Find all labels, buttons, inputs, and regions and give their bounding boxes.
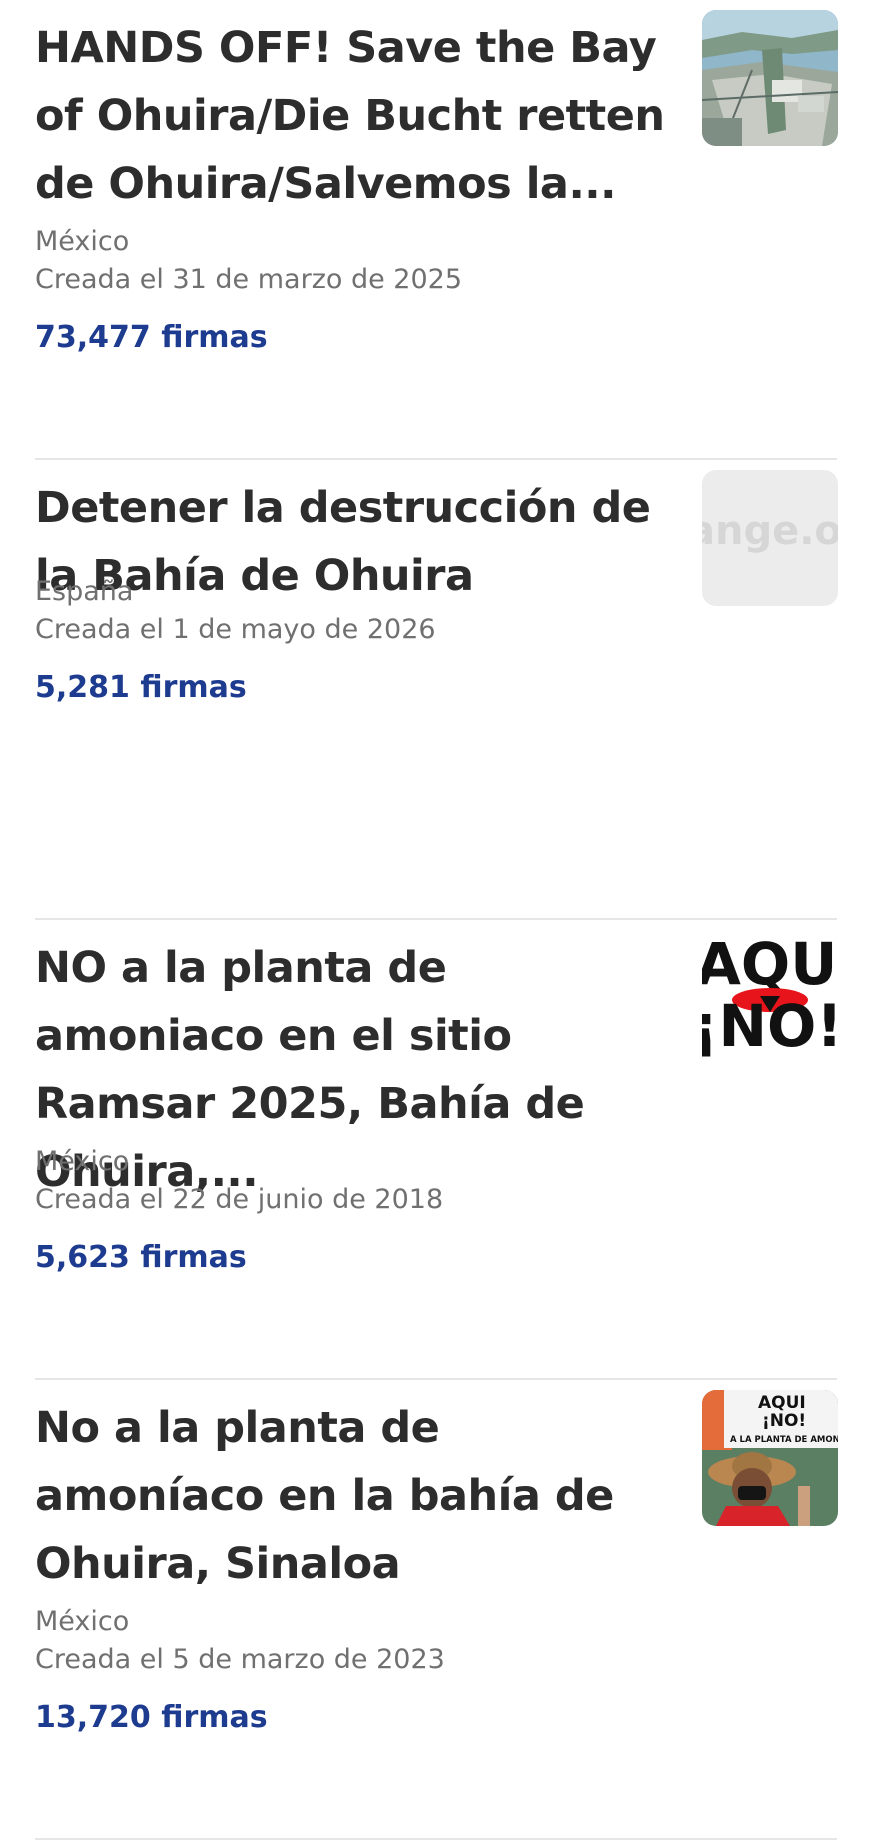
petition-country: España	[35, 576, 134, 607]
petition-country: México	[35, 1606, 130, 1637]
petition-thumbnail[interactable]: AQUI ¡NO!	[702, 930, 838, 1066]
petition-created-date: Creada el 22 de junio de 2018	[35, 1184, 444, 1215]
petition-card[interactable]: NO a la planta de amoniaco en el sitio R…	[35, 920, 838, 1380]
aerial-bay-image	[702, 10, 838, 146]
petition-country: México	[35, 226, 130, 257]
petition-card[interactable]: HANDS OFF! Save the Bay of Ohuira/Die Bu…	[35, 0, 838, 460]
petition-country: México	[35, 1146, 130, 1177]
petition-created-date: Creada el 31 de marzo de 2025	[35, 264, 463, 295]
petition-card[interactable]: No a la planta de amoníaco en la bahía d…	[35, 1380, 838, 1840]
petition-thumbnail[interactable]: AQUI ¡NO! A LA PLANTA DE AMONIACO	[702, 1390, 838, 1526]
change-org-placeholder-text: ange.o	[702, 508, 838, 554]
protester-sign-image: AQUI ¡NO! A LA PLANTA DE AMONIACO	[702, 1390, 838, 1526]
aqui-no-logo-image: AQUI ¡NO!	[702, 930, 838, 1066]
petition-title[interactable]: NO a la planta de amoniaco en el sitio R…	[35, 934, 665, 1206]
sign-text-aqui: AQUI	[758, 1393, 806, 1413]
petition-signature-count: 73,477 firmas	[35, 320, 268, 355]
petition-title[interactable]: HANDS OFF! Save the Bay of Ohuira/Die Bu…	[35, 14, 665, 218]
logo-text-aqui: AQUI	[702, 930, 838, 998]
petition-title[interactable]: No a la planta de amoníaco en la bahía d…	[35, 1394, 665, 1598]
petition-list: HANDS OFF! Save the Bay of Ohuira/Die Bu…	[0, 0, 872, 1840]
sign-text-no: ¡NO!	[762, 1411, 806, 1431]
petition-thumbnail[interactable]	[702, 10, 838, 146]
petition-created-date: Creada el 1 de mayo de 2026	[35, 614, 436, 645]
petition-thumbnail[interactable]: ange.o	[702, 470, 838, 606]
petition-card[interactable]: Detener la destrucción de la Bahía de Oh…	[35, 460, 838, 920]
petition-signature-count: 5,281 firmas	[35, 670, 247, 705]
logo-text-no: ¡NO!	[702, 992, 838, 1060]
petition-signature-count: 13,720 firmas	[35, 1700, 268, 1735]
petition-signature-count: 5,623 firmas	[35, 1240, 247, 1275]
petition-created-date: Creada el 5 de marzo de 2023	[35, 1644, 445, 1675]
sign-text-planta: A LA PLANTA DE AMONIACO	[730, 1435, 838, 1445]
